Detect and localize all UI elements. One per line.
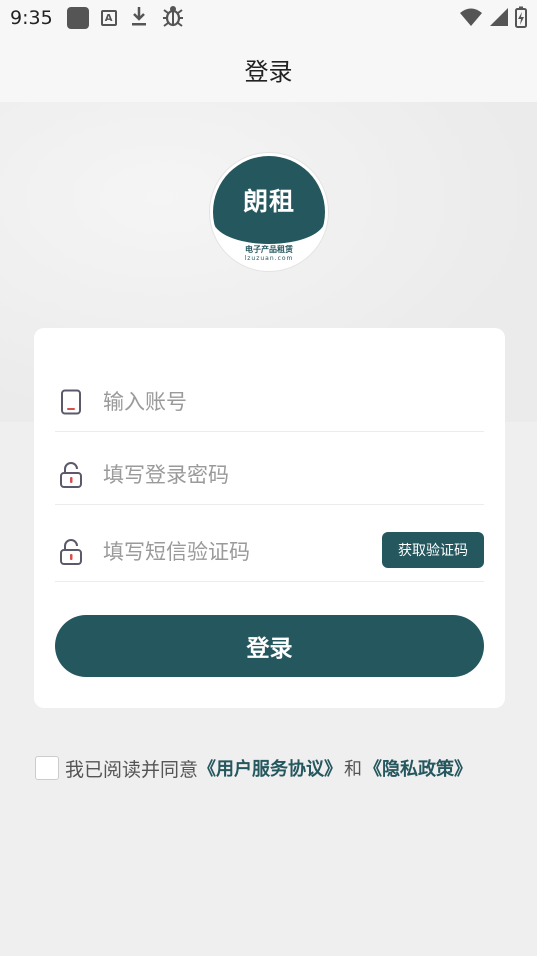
login-button[interactable]: 登录 (55, 615, 484, 677)
lock-icon (57, 461, 85, 489)
top-navigation-bar: 登录 (0, 36, 537, 102)
agreement-checkbox[interactable] (35, 756, 59, 780)
sms-code-field-row: 获取验证码 (55, 522, 484, 582)
page-title: 登录 (244, 57, 293, 86)
user-agreement-link[interactable]: 《用户服务协议》 (198, 755, 342, 781)
agreement-and: 和 (344, 759, 363, 780)
status-system-icons (459, 6, 527, 32)
logo-subtitle: 电子产品租赁 (245, 245, 293, 254)
agreement-row: 我已阅读并同意 《用户服务协议》 和 《隐私政策》 (35, 752, 472, 784)
battery-charging-icon (515, 6, 527, 32)
privacy-policy-link[interactable]: 《隐私政策》 (364, 755, 472, 781)
signal-icon (489, 7, 509, 31)
square-app-icon (66, 7, 89, 29)
agreement-prefix: 我已阅读并同意 (65, 758, 199, 781)
logo-brand-name: 朗租 (242, 187, 295, 216)
wifi-icon (459, 7, 483, 31)
app-logo: 朗租 电子产品租赁 lzuzuan.com (210, 153, 328, 271)
get-code-button[interactable]: 获取验证码 (382, 532, 484, 568)
password-field-row (55, 445, 484, 505)
account-field-row (55, 372, 484, 432)
login-card: 获取验证码 登录 (34, 328, 505, 708)
status-time: 9:35 (10, 7, 53, 29)
password-input[interactable] (103, 454, 484, 495)
lock-icon (57, 538, 85, 566)
download-icon (129, 5, 149, 31)
status-notification-icons: A (66, 4, 185, 32)
logo-site: lzuzuan.com (244, 255, 294, 262)
status-bar: 9:35 A (0, 0, 537, 36)
a-badge-icon: A (100, 10, 117, 26)
phone-icon (57, 388, 85, 416)
bug-icon (161, 4, 185, 32)
account-input[interactable] (103, 381, 484, 422)
